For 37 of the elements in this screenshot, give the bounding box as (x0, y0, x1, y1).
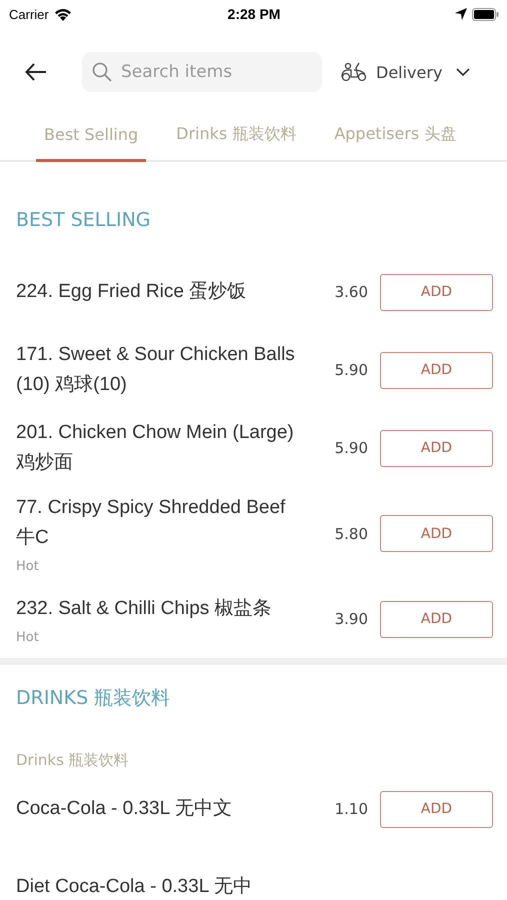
delivery-dropdown[interactable]: Delivery (340, 62, 470, 82)
back-arrow-icon[interactable] (25, 63, 47, 81)
add-button[interactable]: ADD (380, 515, 493, 552)
scooter-icon (340, 62, 368, 82)
wifi-icon (54, 8, 72, 20)
category-tab[interactable]: Drinks 瓶装饮料 (168, 116, 304, 162)
item-price: 5.80 (334, 524, 368, 542)
location-arrow-icon (454, 8, 467, 20)
chevron-down-icon (456, 68, 470, 76)
item-name: Diet Coca-Cola - 0.33L 无中 (16, 875, 253, 899)
item-note: Hot (16, 559, 40, 574)
item-name: 77. Crispy Spicy Shredded Beef 牛C (16, 496, 286, 550)
add-button[interactable]: ADD (380, 352, 493, 388)
item-name: 232. Salt & Chilli Chips 椒盐条 (16, 596, 273, 620)
section-heading: BEST SELLING (16, 208, 152, 233)
section-subheading: Drinks 瓶装饮料 (16, 750, 130, 770)
add-button[interactable]: ADD (380, 430, 493, 466)
search-field[interactable]: Search items (82, 52, 322, 92)
clock-time: 2:28 PM (228, 6, 280, 22)
item-name: 171. Sweet & Sour Chicken Balls (10) 鸡球(10) (16, 343, 296, 397)
add-button[interactable]: ADD (380, 790, 493, 828)
battery-icon (472, 8, 499, 20)
item-price: 5.90 (334, 439, 368, 457)
item-name: Coca-Cola - 0.33L 无中文 (16, 797, 233, 821)
item-name: 201. Chicken Chow Mein (Large) 鸡炒面 (16, 421, 295, 475)
item-price: 3.90 (334, 610, 368, 628)
category-tab[interactable]: Appetisers 头盘 (326, 116, 464, 162)
carrier-label: Carrier (9, 6, 49, 22)
item-price: 5.90 (334, 361, 368, 379)
item-name: 224. Egg Fried Rice 蛋炒饭 (16, 280, 248, 304)
item-price: 1.10 (334, 800, 368, 818)
item-price: 3.60 (334, 283, 368, 301)
item-note: Hot (16, 630, 40, 644)
section-heading: DRINKS 瓶装饮料 (16, 686, 172, 711)
add-button[interactable]: ADD (380, 600, 493, 638)
add-button[interactable]: ADD (380, 274, 493, 310)
category-tab[interactable]: Best Selling (36, 116, 146, 162)
